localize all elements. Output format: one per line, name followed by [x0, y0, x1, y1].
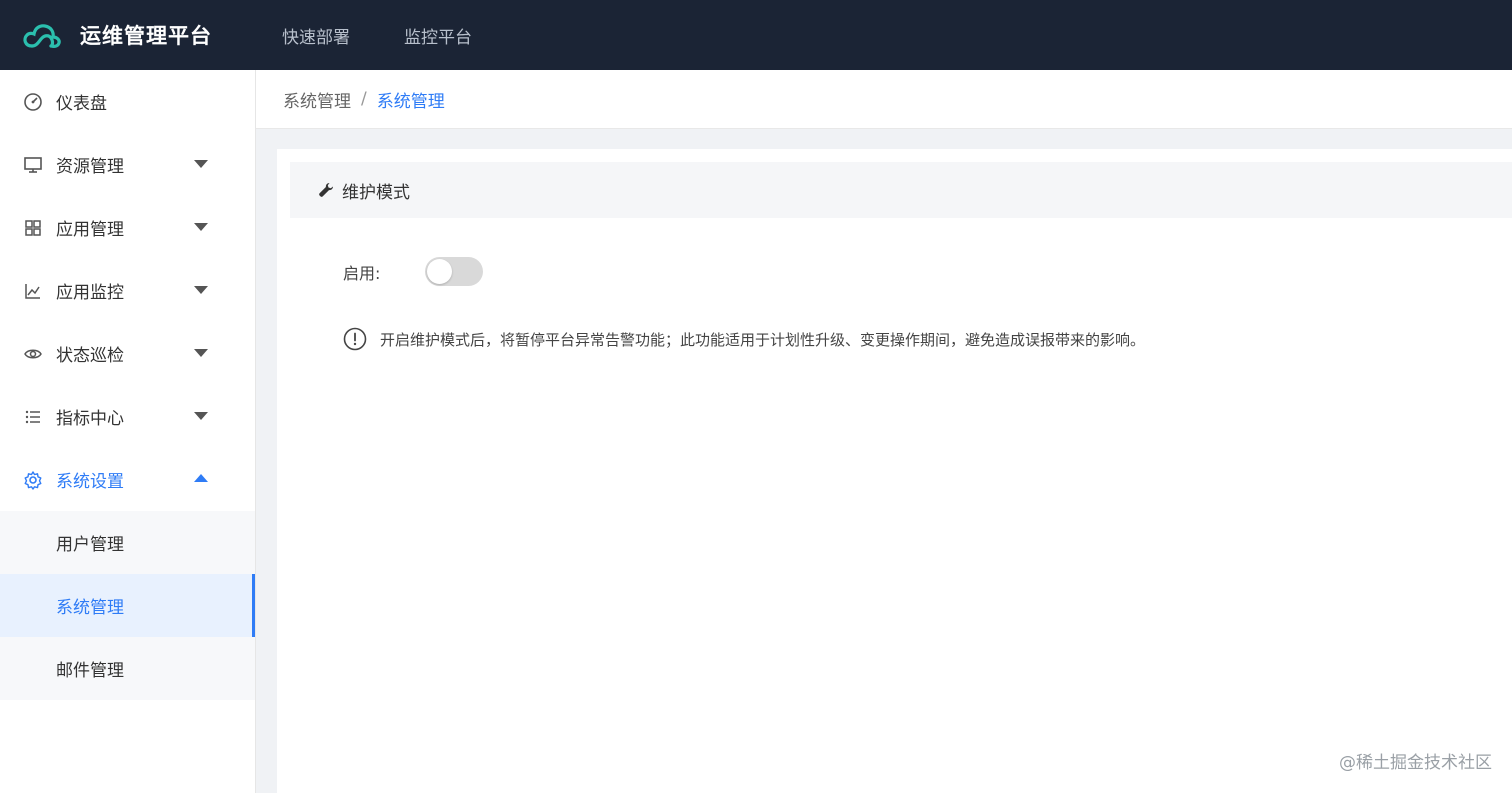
brand[interactable]: 运维管理平台: [0, 0, 256, 70]
topnav-quick-deploy[interactable]: 快速部署: [282, 23, 350, 48]
system-settings-submenu: 用户管理 系统管理 邮件管理: [0, 511, 255, 700]
caret-down-icon: [194, 286, 208, 294]
topnav-monitoring-platform[interactable]: 监控平台: [404, 23, 472, 48]
eye-icon: [22, 343, 44, 365]
list-icon: [22, 406, 44, 428]
maintenance-mode-toggle[interactable]: [425, 257, 483, 286]
sidebar-item-label: 应用监控: [56, 283, 124, 303]
sidebar-item-label: 指标中心: [56, 409, 124, 429]
monitor-icon: [22, 154, 44, 176]
main-content: 维护模式 启用: 开启维护模式后，将暂停平台异常告警功能；此功能适用于计划性升级…: [277, 149, 1512, 793]
sidebar-item-label: 仪表盘: [56, 94, 107, 114]
sidebar-item-system-management[interactable]: 系统管理: [0, 574, 255, 637]
sidebar-item-label: 资源管理: [56, 157, 124, 177]
top-navbar: 运维管理平台 快速部署 监控平台: [0, 0, 1512, 70]
breadcrumb-separator: /: [361, 89, 367, 109]
maintenance-notice: 开启维护模式后，将暂停平台异常告警功能；此功能适用于计划性升级、变更操作期间，避…: [343, 327, 1145, 351]
sidebar-item-label: 状态巡检: [56, 346, 124, 366]
sidebar: 仪表盘 资源管理 应用管理 应用监控 状态巡检 指标中心 系统设置 用户管理 系…: [0, 70, 256, 793]
sidebar-item-dashboard[interactable]: 仪表盘: [0, 70, 255, 133]
sidebar-item-user-management[interactable]: 用户管理: [0, 511, 255, 574]
caret-up-icon: [194, 474, 208, 482]
sidebar-item-resource-management[interactable]: 资源管理: [0, 133, 255, 196]
cloud-logo-icon: [23, 24, 61, 48]
sidebar-item-system-settings[interactable]: 系统设置: [0, 448, 255, 511]
breadcrumb-parent[interactable]: 系统管理: [283, 87, 351, 112]
breadcrumb: 系统管理 / 系统管理: [256, 70, 1512, 129]
sidebar-item-label: 系统设置: [56, 472, 124, 492]
sidebar-item-metrics-center[interactable]: 指标中心: [0, 385, 255, 448]
toggle-knob: [427, 259, 452, 284]
wrench-icon: [318, 182, 334, 198]
exclamation-circle-icon: [343, 327, 367, 351]
enable-row: 启用:: [343, 257, 483, 286]
app-title: 运维管理平台: [80, 24, 212, 48]
caret-down-icon: [194, 223, 208, 231]
breadcrumb-current: 系统管理: [376, 91, 445, 112]
top-nav: 快速部署 监控平台: [282, 0, 526, 70]
maintenance-mode-header: 维护模式: [290, 162, 1512, 218]
dashboard-icon: [22, 91, 44, 113]
sidebar-item-label: 应用管理: [56, 220, 124, 240]
caret-down-icon: [194, 412, 208, 420]
panel-title: 维护模式: [342, 182, 410, 203]
line-chart-icon: [22, 280, 44, 302]
grid-icon: [22, 217, 44, 239]
watermark: @稀土掘金技术社区: [1339, 753, 1492, 773]
sidebar-item-status-inspection[interactable]: 状态巡检: [0, 322, 255, 385]
enable-label: 启用:: [343, 263, 381, 283]
gear-icon: [22, 469, 44, 491]
caret-down-icon: [194, 160, 208, 168]
caret-down-icon: [194, 349, 208, 357]
notice-text: 开启维护模式后，将暂停平台异常告警功能；此功能适用于计划性升级、变更操作期间，避…: [380, 330, 1146, 349]
sidebar-item-app-management[interactable]: 应用管理: [0, 196, 255, 259]
sidebar-item-app-monitoring[interactable]: 应用监控: [0, 259, 255, 322]
sidebar-item-mail-management[interactable]: 邮件管理: [0, 637, 255, 700]
